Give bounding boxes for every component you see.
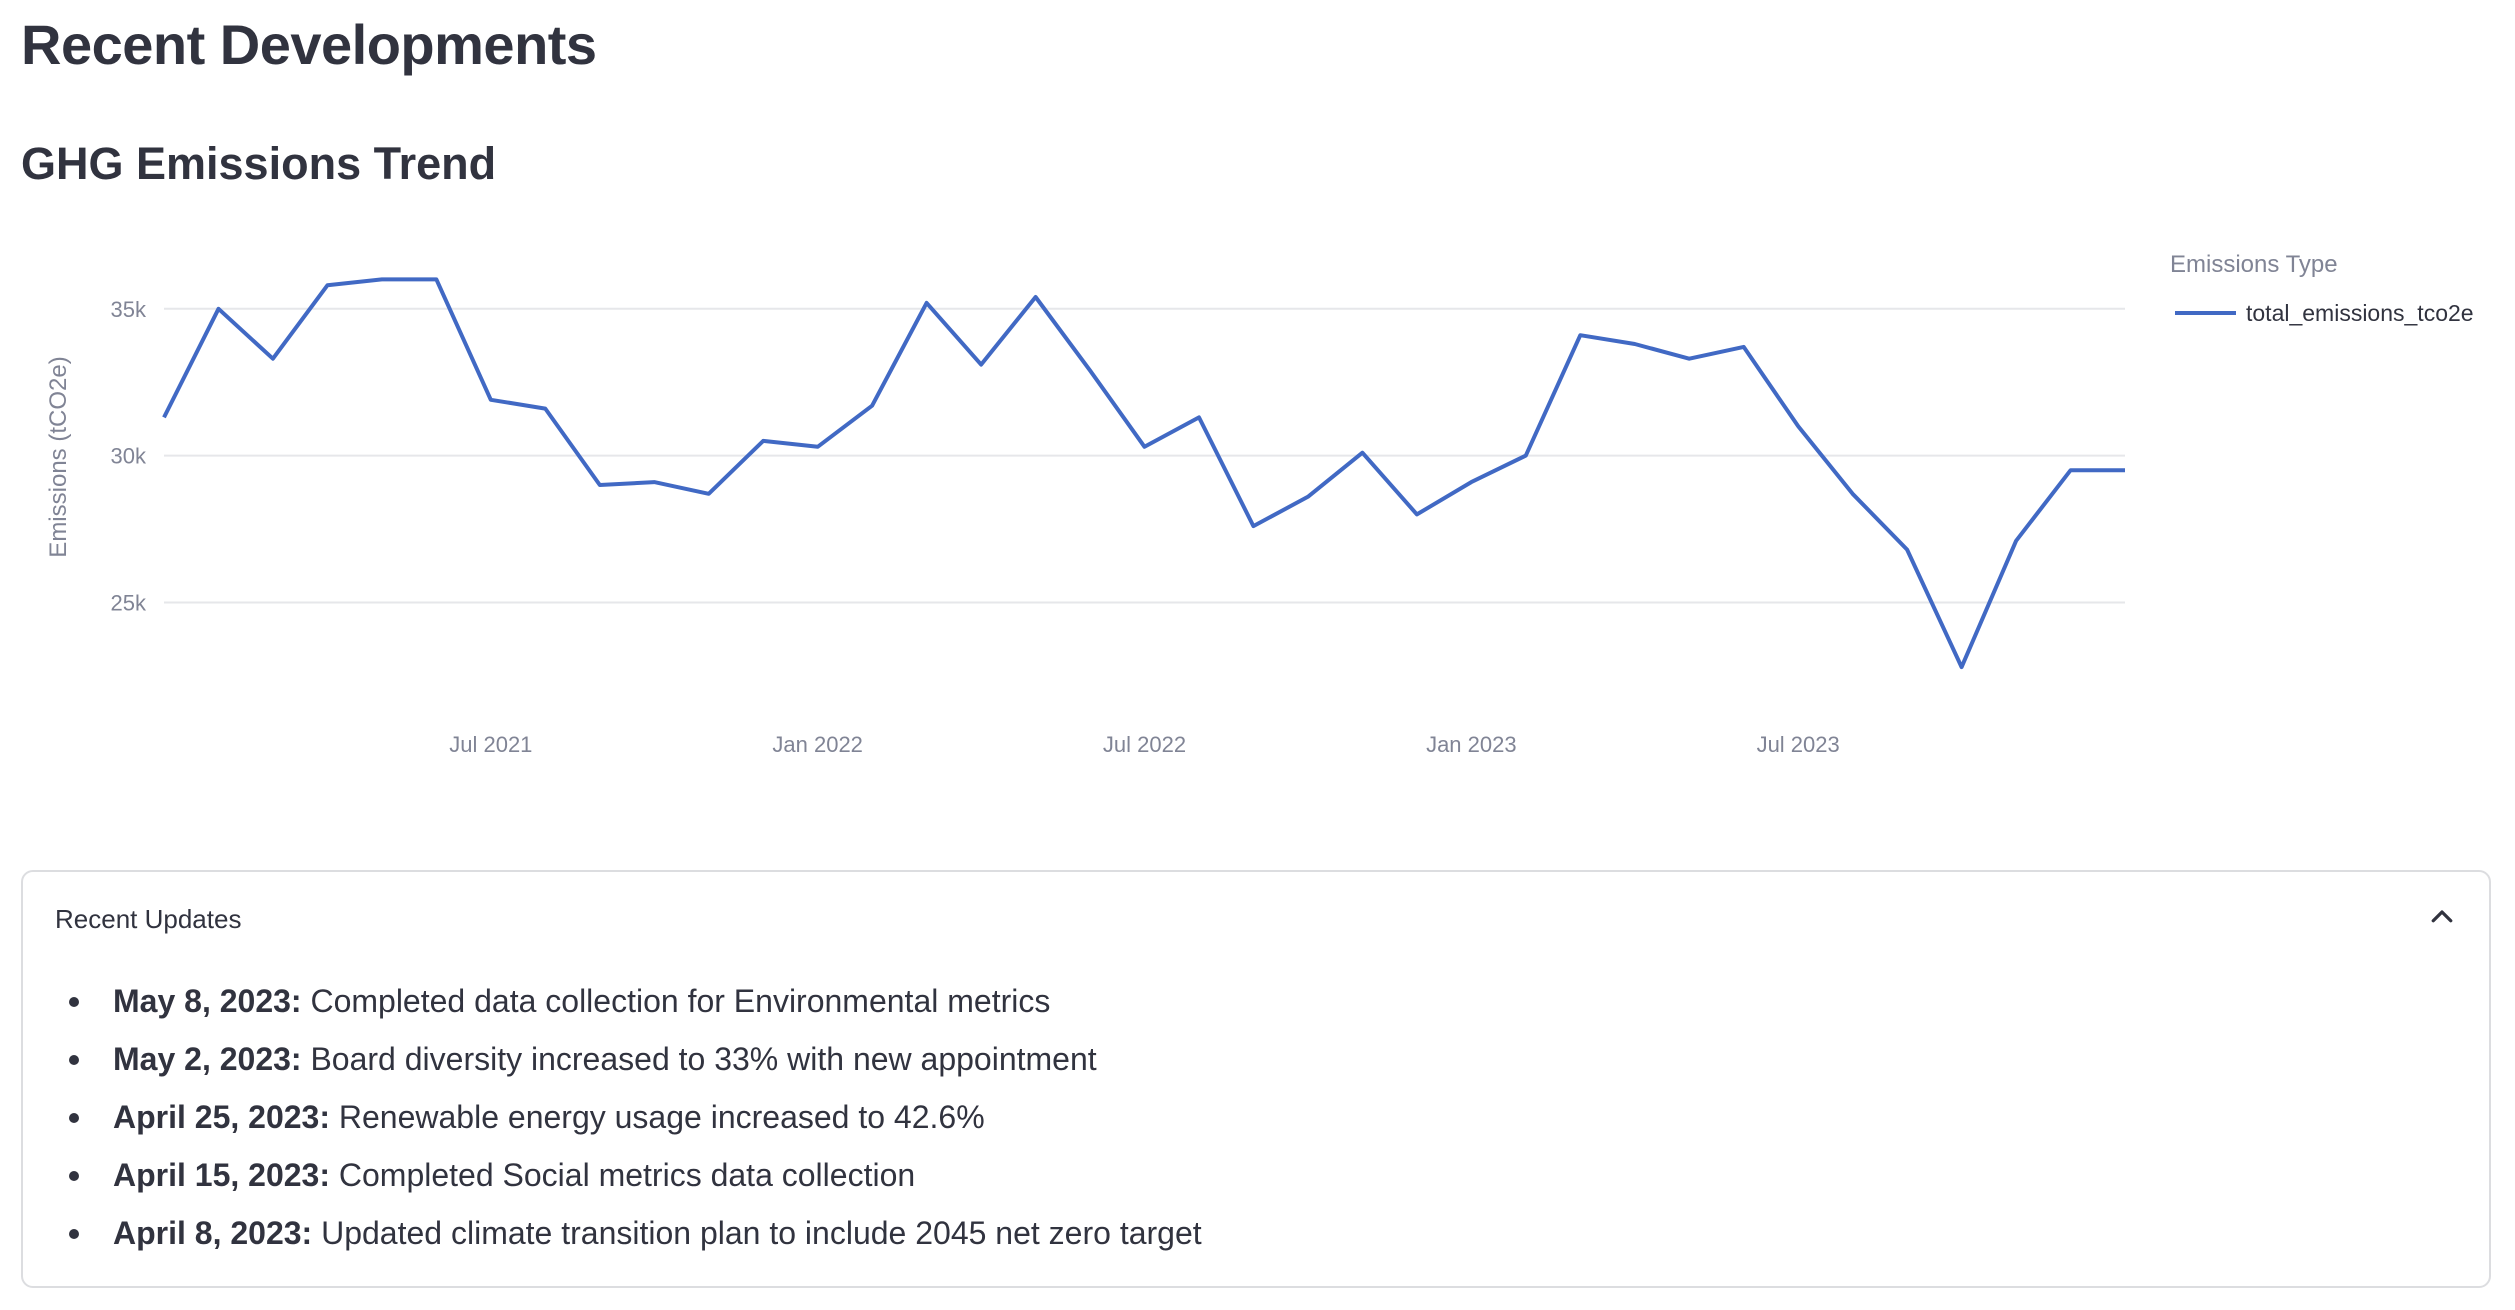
update-text: Completed Social metrics data collection: [330, 1157, 916, 1193]
chart-grid: [164, 307, 2125, 604]
chart-section-title: GHG Emissions Trend: [21, 138, 497, 189]
update-text: Updated climate transition plan to inclu…: [312, 1215, 1202, 1251]
x-tick-label: Jul 2021: [449, 732, 532, 757]
x-tick-label: Jul 2022: [1103, 732, 1186, 757]
legend-title: Emissions Type: [2170, 251, 2338, 278]
y-axis-label: Emissions (tCO2e): [45, 356, 72, 557]
y-tick-label: 30k: [111, 444, 147, 469]
x-tick-label: Jul 2023: [1757, 732, 1840, 757]
y-tick-label: 25k: [111, 591, 147, 616]
list-item: April 8, 2023: Updated climate transitio…: [55, 1204, 1202, 1262]
expander-title: Recent Updates: [55, 904, 242, 934]
update-date: April 25, 2023:: [113, 1099, 330, 1135]
emissions-line-chart[interactable]: 25k 30k 35k Jul 2021 Jan 2022 Jul 2022 Jan 20…: [0, 230, 2515, 790]
update-date: April 15, 2023:: [113, 1157, 330, 1193]
list-item: May 8, 2023: Completed data collection f…: [55, 972, 1202, 1030]
page-title: Recent Developments: [21, 13, 597, 76]
x-axis-ticks: Jul 2021 Jan 2022 Jul 2022 Jan 2023 Jul 2023: [449, 732, 1840, 757]
x-tick-label: Jan 2022: [772, 732, 863, 757]
update-date: May 8, 2023:: [113, 983, 302, 1019]
recent-updates-expander: Recent Updates May 8, 2023: Completed da…: [21, 870, 2491, 1288]
chart-series: [162, 277, 2125, 670]
list-item: May 2, 2023: Board diversity increased t…: [55, 1030, 1202, 1088]
update-date: May 2, 2023:: [113, 1041, 302, 1077]
y-tick-label: 35k: [111, 297, 147, 322]
update-text: Board diversity increased to 33% with ne…: [301, 1041, 1097, 1077]
y-axis-ticks: 25k 30k 35k: [111, 297, 147, 616]
expander-header[interactable]: Recent Updates: [23, 872, 2489, 968]
chart-legend[interactable]: Emissions Type total_emissions_tco2e: [2170, 251, 2474, 326]
series-line-total-emissions[interactable]: [162, 277, 2125, 670]
update-text: Renewable energy usage increased to 42.6…: [330, 1099, 985, 1135]
list-item: April 15, 2023: Completed Social metrics…: [55, 1146, 1202, 1204]
legend-item-total-emissions[interactable]: total_emissions_tco2e: [2246, 300, 2474, 326]
update-text: Completed data collection for Environmen…: [301, 983, 1051, 1019]
x-tick-label: Jan 2023: [1426, 732, 1517, 757]
update-date: April 8, 2023:: [113, 1215, 313, 1251]
list-item: April 25, 2023: Renewable energy usage i…: [55, 1088, 1202, 1146]
chevron-up-icon[interactable]: [2427, 902, 2457, 932]
updates-list: May 8, 2023: Completed data collection f…: [55, 972, 1202, 1262]
